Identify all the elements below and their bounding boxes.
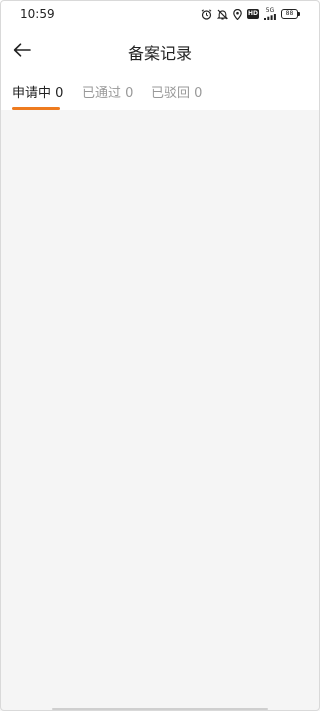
status-bar: 10:59 HD 5G 88 xyxy=(0,0,320,28)
location-icon xyxy=(233,8,242,20)
status-time: 10:59 xyxy=(20,7,55,21)
tab-bar: 申请中 0 已通过 0 已驳回 0 xyxy=(0,78,320,110)
tab-approved[interactable]: 已通过 0 xyxy=(82,82,133,101)
hd-icon: HD xyxy=(247,9,259,19)
records-list-empty xyxy=(0,110,320,711)
home-indicator[interactable] xyxy=(52,708,268,710)
page-title: 备案记录 xyxy=(127,44,192,63)
battery-icon: 88 xyxy=(281,9,300,19)
signal-icon: 5G xyxy=(264,8,276,20)
status-icons: HD 5G 88 xyxy=(201,8,300,20)
mute-icon xyxy=(217,9,228,20)
alarm-icon xyxy=(201,8,212,20)
nav-bar: 备案记录 xyxy=(0,28,320,72)
tab-pending[interactable]: 申请中 0 xyxy=(12,82,63,101)
app-header: 10:59 HD 5G 88 备案记录 申请中 0 已通过 0 已驳回 0 xyxy=(0,0,320,110)
tab-rejected[interactable]: 已驳回 0 xyxy=(151,82,202,101)
battery-level: 88 xyxy=(281,9,298,19)
